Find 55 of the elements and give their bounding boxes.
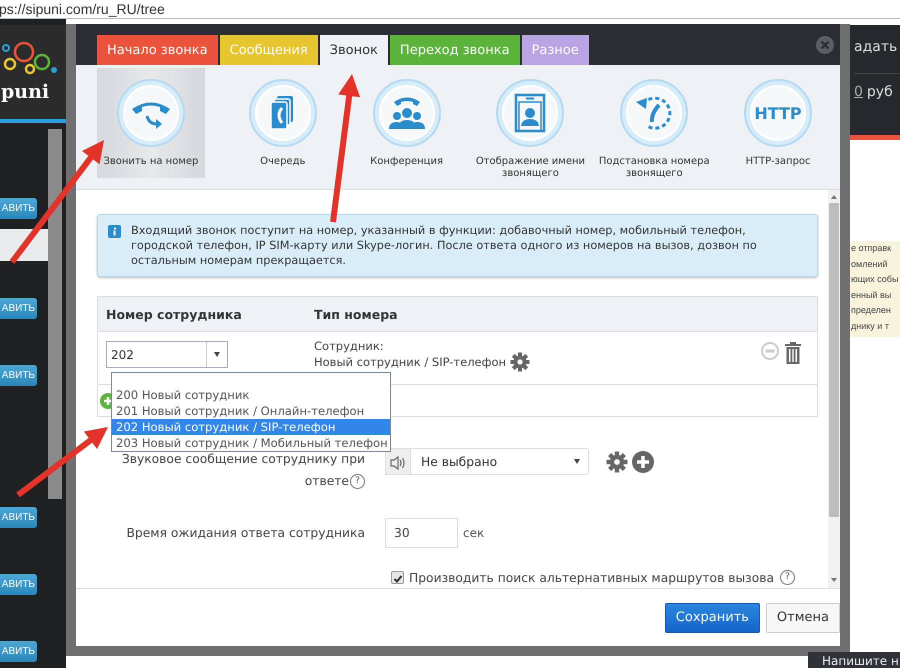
speaker-button[interactable] — [385, 448, 411, 475]
function-tile[interactable]: HTTP HTTP-запрос — [716, 68, 840, 178]
function-label: Подстановка номера звонящего — [598, 156, 711, 180]
balance-value[interactable]: 0 — [854, 84, 863, 100]
function-tile[interactable]: Очередь — [220, 68, 345, 178]
settings-icon[interactable] — [510, 352, 530, 372]
help-icon[interactable]: ? — [780, 570, 796, 585]
field-label: Звуковое сообщение сотруднику при ответе ? — [120, 451, 365, 492]
dropdown-option[interactable]: 203 Новый сотрудник / Мобильный телефон — [112, 435, 390, 451]
function-tile[interactable]: Подстановка номера звонящего — [592, 68, 716, 178]
function-label: Конференция — [369, 156, 444, 168]
chat-tooltip[interactable]: Напишите н — [808, 652, 900, 668]
http-icon: HTTP — [743, 78, 814, 148]
dropdown-option[interactable]: 202 Новый сотрудник / SIP-телефон — [112, 419, 390, 435]
speaker-icon — [390, 456, 406, 470]
sound-select[interactable]: Не выбрано — [411, 448, 589, 475]
info-text: Входящий звонок поступит на номер, указанный в функции: добавочный номер, мобильный телефон, городской телефон, IP SIM-карту или Skype-логин. После ответа одного из номеров на вызов, дозвон по остальным номерам прекращается. — [131, 223, 758, 268]
type-value: Новый сотрудник / SIP-телефон — [314, 355, 506, 369]
contact-card-icon — [495, 78, 566, 148]
dropdown-option[interactable]: 200 Новый сотрудник — [112, 387, 390, 403]
number-combobox[interactable]: 202 — [106, 341, 228, 368]
type-label: Сотрудник: — [314, 339, 385, 353]
checkbox-label: Производить поиск альтернативных маршрутов вызова — [409, 570, 774, 584]
plus-circle-icon[interactable] — [632, 451, 654, 473]
unit-label: сек — [463, 526, 484, 540]
function-tile[interactable]: Звонить на номер — [97, 68, 205, 178]
tab[interactable]: Начало звонка — [97, 35, 218, 65]
function-tile[interactable]: Конференция — [344, 68, 469, 178]
save-button[interactable]: Сохранить — [664, 602, 760, 632]
function-label: HTTP-запрос — [744, 156, 812, 168]
column-header: Номер сотрудника — [105, 306, 243, 322]
function-label: Очередь — [259, 156, 306, 168]
help-icon[interactable]: ? — [350, 474, 365, 490]
checkbox[interactable] — [391, 571, 404, 584]
field-label: Время ожидания ответа сотрудника — [126, 525, 365, 542]
function-tile[interactable]: Отображение имени звонящего — [468, 68, 592, 178]
header-link[interactable]: адать — [854, 39, 900, 55]
column-header: Тип номера — [314, 306, 398, 322]
conference-icon — [372, 78, 442, 148]
phone-cards-icon — [248, 78, 318, 148]
logo-text: puni — [1, 80, 50, 104]
note-text: е отправк омлений ющих собы енный вы пределен днику и т — [850, 241, 900, 337]
address-url[interactable]: ps://sipuni.com/ru_RU/tree — [0, 1, 165, 17]
settings-icon[interactable] — [606, 451, 628, 473]
tab[interactable]: Звонок — [320, 35, 388, 65]
balance-unit: руб — [866, 84, 893, 100]
timeout-input[interactable]: 30 — [385, 518, 458, 548]
function-label: Отображение имени звонящего — [474, 156, 586, 180]
scrollbar[interactable] — [828, 190, 840, 588]
scrollbar[interactable] — [48, 129, 62, 499]
function-label: Звонить на номер — [102, 156, 200, 168]
cancel-button[interactable]: Отмена — [766, 602, 840, 632]
dropdown-option[interactable]: 201 Новый сотрудник / Онлайн-телефон — [112, 403, 390, 419]
trash-icon[interactable] — [785, 342, 801, 364]
info-icon — [108, 225, 121, 238]
